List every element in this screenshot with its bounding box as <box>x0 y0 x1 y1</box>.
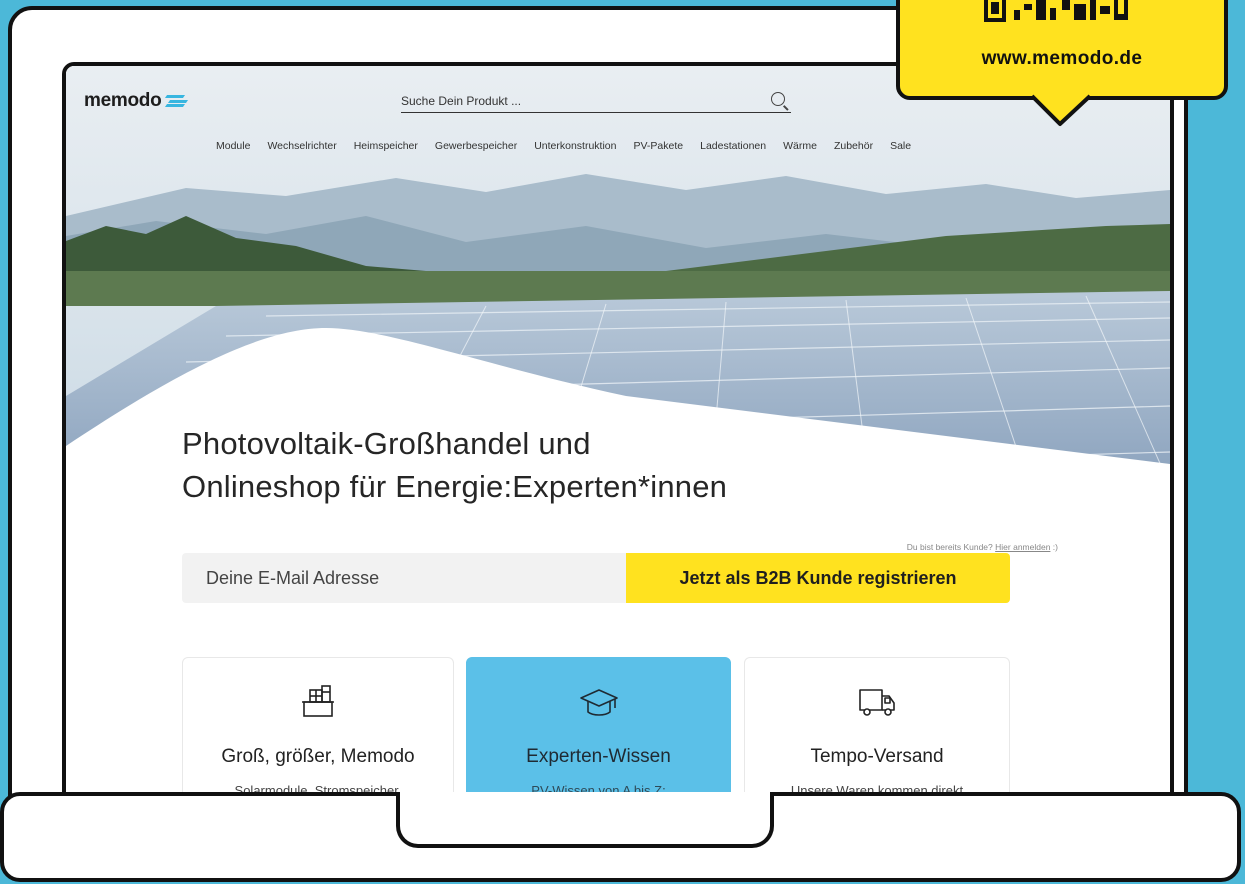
email-field[interactable]: Deine E-Mail Adresse <box>182 553 626 603</box>
card-title: Experten-Wissen <box>526 746 671 767</box>
nav-item-module[interactable]: Module <box>216 140 250 152</box>
main-nav: Module Wechselrichter Heimspeicher Gewer… <box>216 140 911 152</box>
page-title: Photovoltaik-Großhandel und Onlineshop f… <box>182 422 727 508</box>
nav-item-heimspeicher[interactable]: Heimspeicher <box>354 140 418 152</box>
graduation-cap-icon <box>579 689 618 716</box>
nav-item-gewerbespeicher[interactable]: Gewerbespeicher <box>435 140 517 152</box>
qr-code-icon <box>984 0 1128 22</box>
website: memodo Suche Dein Produkt ... Module Wec… <box>66 66 1170 818</box>
headline-line-2: Onlineshop für Energie:Experten*innen <box>182 469 728 504</box>
nav-item-waerme[interactable]: Wärme <box>783 140 817 152</box>
nav-item-zubehoer[interactable]: Zubehör <box>834 140 873 152</box>
logo-arrow-icon <box>165 95 189 107</box>
delivery-truck-icon <box>859 689 895 716</box>
registration-form: Deine E-Mail Adresse Jetzt als B2B Kunde… <box>182 553 1010 603</box>
search-icon[interactable] <box>771 92 785 106</box>
card-title: Groß, größer, Memodo <box>221 746 415 767</box>
login-link[interactable]: Hier anmelden <box>995 542 1050 552</box>
register-button[interactable]: Jetzt als B2B Kunde registrieren <box>626 553 1010 603</box>
login-prompt: Du bist bereits Kunde? <box>906 542 993 552</box>
laptop-trackpad-notch <box>396 792 774 848</box>
callout-pointer <box>1030 94 1092 126</box>
login-suffix: :) <box>1052 542 1058 552</box>
callout-url[interactable]: www.memodo.de <box>900 48 1224 70</box>
laptop-screen: memodo Suche Dein Produkt ... Module Wec… <box>62 62 1174 822</box>
headline-line-1: Photovoltaik-Großhandel und <box>182 426 591 461</box>
search-bar[interactable]: Suche Dein Produkt ... <box>401 92 791 113</box>
nav-item-wechselrichter[interactable]: Wechselrichter <box>267 140 336 152</box>
warehouse-box-icon <box>302 685 334 717</box>
nav-item-pv-pakete[interactable]: PV-Pakete <box>634 140 684 152</box>
nav-item-ladestationen[interactable]: Ladestationen <box>700 140 766 152</box>
card-title: Tempo-Versand <box>810 746 944 767</box>
site-logo[interactable]: memodo <box>84 90 189 112</box>
nav-item-sale[interactable]: Sale <box>890 140 911 152</box>
login-hint: Du bist bereits Kunde? Hier anmelden :) <box>907 542 1058 552</box>
logo-text: memodo <box>84 90 162 111</box>
nav-item-unterkonstruktion[interactable]: Unterkonstruktion <box>534 140 616 152</box>
search-input[interactable]: Suche Dein Produkt ... <box>401 94 521 108</box>
laptop-frame: memodo Suche Dein Produkt ... Module Wec… <box>8 6 1188 836</box>
